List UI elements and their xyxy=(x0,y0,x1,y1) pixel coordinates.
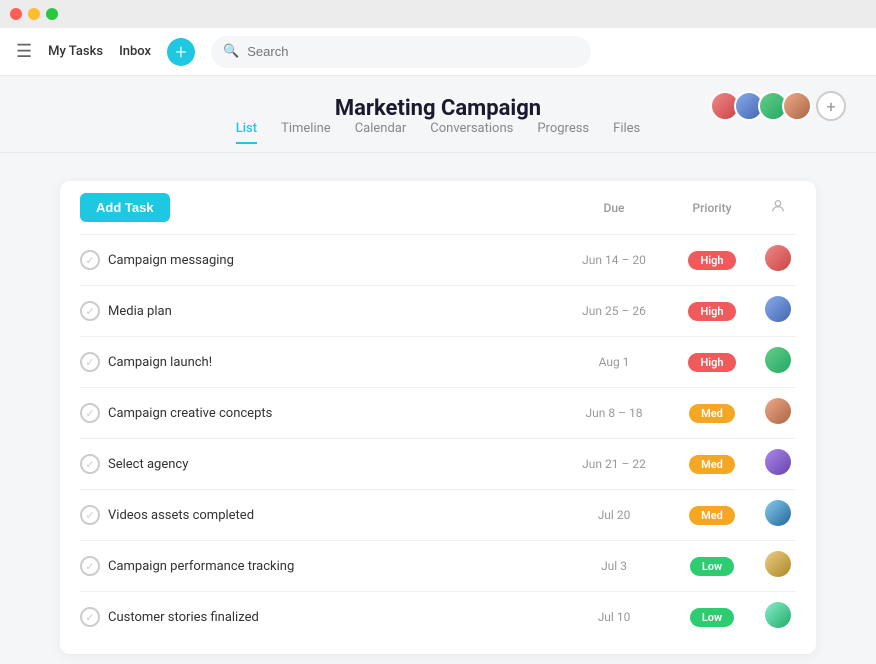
assignee-avatar xyxy=(765,245,791,271)
task-checkbox[interactable]: ✓ xyxy=(80,352,100,372)
task-due: Jun 25 – 26 xyxy=(564,304,664,318)
assignee-avatar xyxy=(765,296,791,322)
priority-badge: High xyxy=(688,302,735,321)
task-priority[interactable]: Med xyxy=(672,455,752,474)
task-row: ✓ Campaign creative concepts Jun 8 – 18 … xyxy=(80,387,796,438)
menu-icon[interactable]: ☰ xyxy=(16,41,32,62)
task-priority[interactable]: High xyxy=(672,251,752,270)
add-button[interactable]: + xyxy=(167,38,195,66)
priority-badge: Med xyxy=(689,404,735,423)
my-tasks-link[interactable]: My Tasks xyxy=(48,44,103,59)
task-assignee[interactable] xyxy=(760,449,796,479)
avatar-group: + xyxy=(710,91,846,121)
tab-calendar[interactable]: Calendar xyxy=(355,121,407,144)
task-name: Media plan xyxy=(108,304,556,319)
tab-files[interactable]: Files xyxy=(613,121,640,144)
due-column-header: Due xyxy=(564,201,664,215)
task-name: Videos assets completed xyxy=(108,508,556,523)
task-checkbox[interactable]: ✓ xyxy=(80,505,100,525)
task-due: Jul 3 xyxy=(564,559,664,573)
task-name: Customer stories finalized xyxy=(108,610,556,625)
task-due: Jun 14 – 20 xyxy=(564,253,664,267)
task-assignee[interactable] xyxy=(760,398,796,428)
tab-progress[interactable]: Progress xyxy=(537,121,589,144)
task-row: ✓ Campaign messaging Jun 14 – 20 High xyxy=(80,234,796,285)
search-icon: 🔍 xyxy=(223,44,239,59)
avatar[interactable] xyxy=(782,91,812,121)
task-row: ✓ Campaign launch! Aug 1 High xyxy=(80,336,796,387)
task-row: ✓ Customer stories finalized Jul 10 Low xyxy=(80,591,796,642)
assignee-column-header xyxy=(760,198,796,218)
task-checkbox[interactable]: ✓ xyxy=(80,250,100,270)
minimize-dot[interactable] xyxy=(28,8,40,20)
task-name: Campaign performance tracking xyxy=(108,559,556,574)
page-header: Marketing Campaign + List Timeline Calen… xyxy=(0,76,876,171)
task-due: Jul 10 xyxy=(564,610,664,624)
tab-conversations[interactable]: Conversations xyxy=(430,121,513,144)
priority-badge: Low xyxy=(690,608,734,627)
task-list-header: Add Task Due Priority xyxy=(80,193,796,234)
task-priority[interactable]: Med xyxy=(672,404,752,423)
task-priority[interactable]: High xyxy=(672,353,752,372)
assignee-avatar xyxy=(765,449,791,475)
task-assignee[interactable] xyxy=(760,551,796,581)
task-checkbox[interactable]: ✓ xyxy=(80,556,100,576)
assignee-avatar xyxy=(765,602,791,628)
task-due: Jun 21 – 22 xyxy=(564,457,664,471)
task-name: Campaign messaging xyxy=(108,253,556,268)
task-row: ✓ Media plan Jun 25 – 26 High xyxy=(80,285,796,336)
task-checkbox[interactable]: ✓ xyxy=(80,607,100,627)
assignee-avatar xyxy=(765,500,791,526)
task-name: Campaign creative concepts xyxy=(108,406,556,421)
task-assignee[interactable] xyxy=(760,500,796,530)
search-bar: 🔍 xyxy=(211,36,591,68)
main-content: Add Task Due Priority ✓ Campaign messagi… xyxy=(0,171,876,664)
priority-badge: Low xyxy=(690,557,734,576)
task-rows: ✓ Campaign messaging Jun 14 – 20 High ✓ … xyxy=(80,234,796,642)
priority-badge: Med xyxy=(689,455,735,474)
task-priority[interactable]: Med xyxy=(672,506,752,525)
task-priority[interactable]: Low xyxy=(672,608,752,627)
task-name: Select agency xyxy=(108,457,556,472)
assignee-avatar xyxy=(765,551,791,577)
priority-badge: High xyxy=(688,251,735,270)
add-task-button[interactable]: Add Task xyxy=(80,193,170,222)
search-input[interactable] xyxy=(247,44,579,59)
tab-timeline[interactable]: Timeline xyxy=(281,121,331,144)
priority-badge: High xyxy=(688,353,735,372)
task-priority[interactable]: Low xyxy=(672,557,752,576)
person-icon xyxy=(770,198,786,214)
task-assignee[interactable] xyxy=(760,347,796,377)
task-row: ✓ Select agency Jun 21 – 22 Med xyxy=(80,438,796,489)
assignee-avatar xyxy=(765,347,791,373)
task-assignee[interactable] xyxy=(760,296,796,326)
collaborator-avatars xyxy=(710,91,812,121)
priority-column-header: Priority xyxy=(672,201,752,215)
task-checkbox[interactable]: ✓ xyxy=(80,403,100,423)
add-collaborator-button[interactable]: + xyxy=(816,91,846,121)
task-name: Campaign launch! xyxy=(108,355,556,370)
task-assignee[interactable] xyxy=(760,245,796,275)
task-due: Jul 20 xyxy=(564,508,664,522)
top-nav: ☰ My Tasks Inbox + 🔍 xyxy=(0,28,876,76)
tab-bar: List Timeline Calendar Conversations Pro… xyxy=(0,121,876,153)
close-dot[interactable] xyxy=(10,8,22,20)
task-assignee[interactable] xyxy=(760,602,796,632)
task-card: Add Task Due Priority ✓ Campaign messagi… xyxy=(60,181,816,654)
task-row: ✓ Videos assets completed Jul 20 Med xyxy=(80,489,796,540)
tab-list[interactable]: List xyxy=(236,121,257,144)
priority-badge: Med xyxy=(689,506,735,525)
task-checkbox[interactable]: ✓ xyxy=(80,301,100,321)
task-priority[interactable]: High xyxy=(672,302,752,321)
task-checkbox[interactable]: ✓ xyxy=(80,454,100,474)
assignee-avatar xyxy=(765,398,791,424)
inbox-link[interactable]: Inbox xyxy=(119,44,151,59)
nav-links: My Tasks Inbox xyxy=(48,44,151,59)
title-bar xyxy=(0,0,876,28)
task-due: Jun 8 – 18 xyxy=(564,406,664,420)
task-due: Aug 1 xyxy=(564,355,664,369)
maximize-dot[interactable] xyxy=(46,8,58,20)
task-row: ✓ Campaign performance tracking Jul 3 Lo… xyxy=(80,540,796,591)
